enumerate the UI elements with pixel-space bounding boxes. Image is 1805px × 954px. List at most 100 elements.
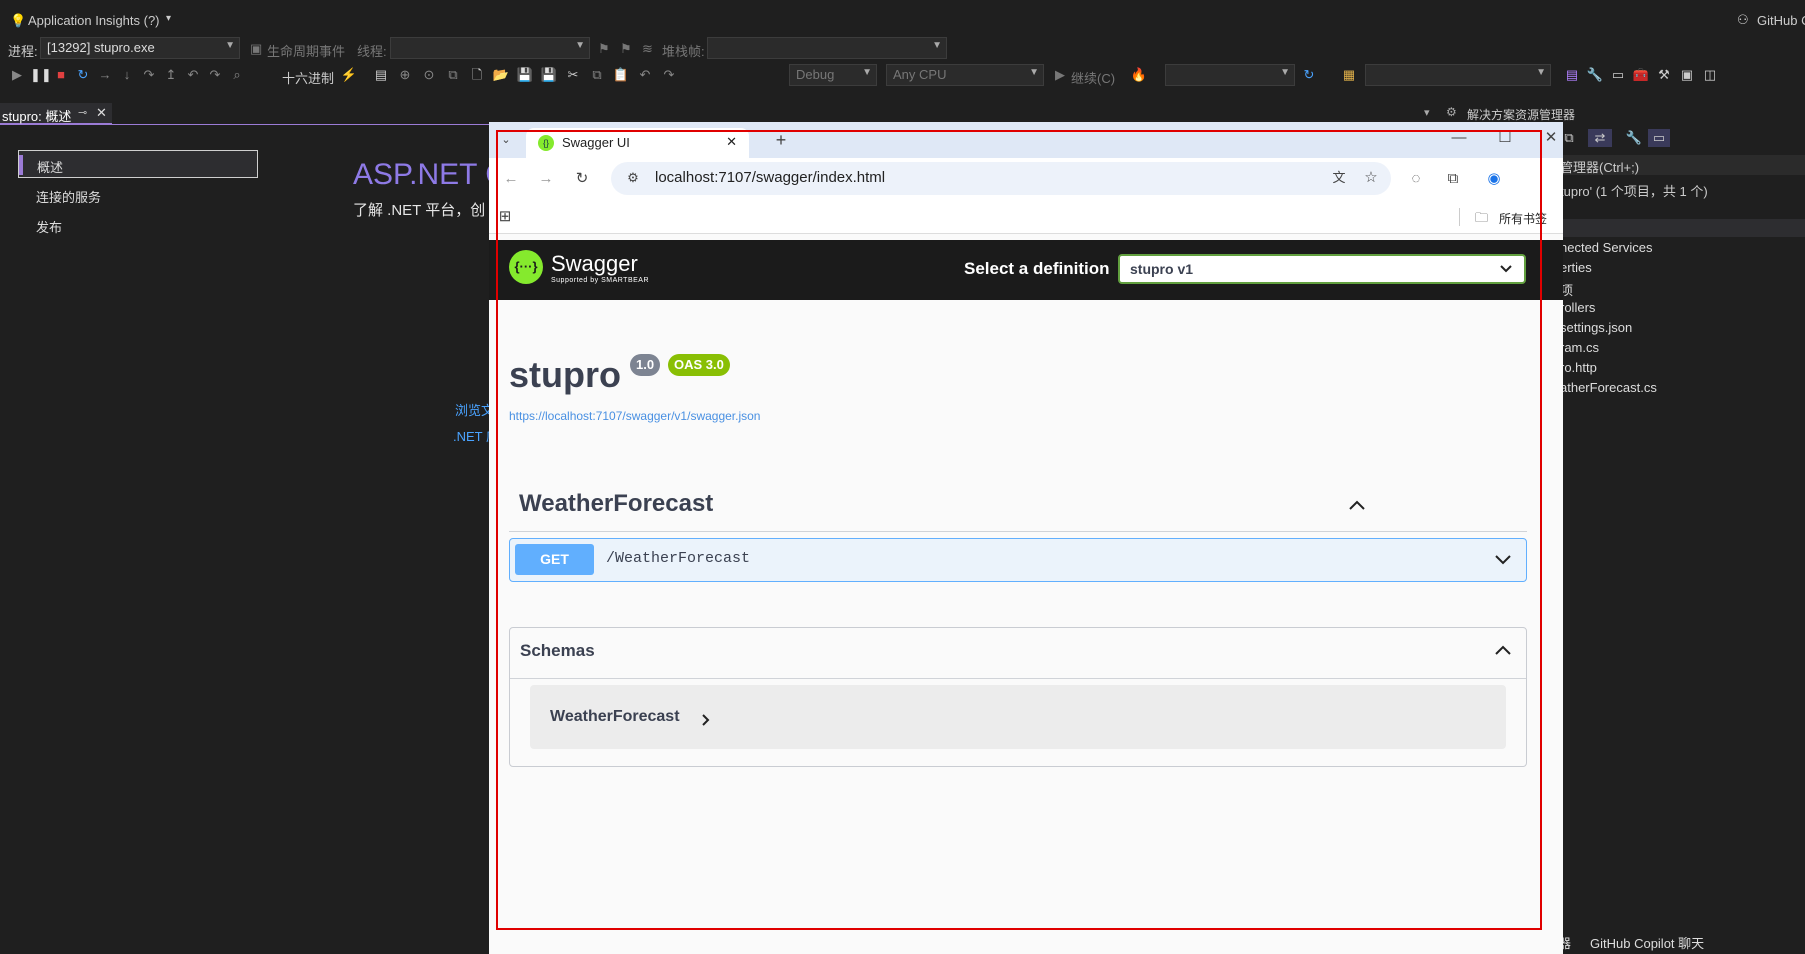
stack-frame-select[interactable]: ▼ (707, 37, 947, 59)
profile-icon[interactable]: ◉ (1482, 167, 1506, 191)
step-over-icon[interactable]: ↷ (140, 66, 158, 84)
swagger-logo-icon[interactable]: {···} (509, 250, 543, 284)
toolbox-icon[interactable]: 🧰 (1632, 66, 1650, 84)
se-solution-node[interactable]: tupro' (1 个项目，共 1 个) (1560, 181, 1708, 200)
undo-edit-icon[interactable]: ↶ (636, 66, 654, 84)
sync-icon[interactable]: ⇄ (1588, 129, 1612, 147)
restart-icon[interactable]: ↻ (74, 66, 92, 84)
pause-icon[interactable]: ❚❚ (30, 66, 52, 84)
nav-overview[interactable]: 概述 (18, 150, 258, 178)
continue-icon[interactable]: ▶ (1055, 67, 1065, 83)
hot-reload-icon[interactable]: ⚡ (340, 66, 358, 84)
se-selected-row[interactable] (1560, 219, 1805, 237)
se-tree-item[interactable]: atherForecast.cs (1560, 380, 1657, 395)
maximize-icon[interactable]: ☐ (1493, 126, 1517, 150)
refresh-icon[interactable]: ↻ (1300, 66, 1318, 84)
address-bar[interactable]: ⚙ localhost:7107/swagger/index.html 文 ☆ (611, 162, 1391, 195)
dropdown-icon[interactable]: ▾ (1424, 106, 1430, 119)
preview-icon[interactable]: ▭ (1648, 129, 1670, 147)
copy-icon[interactable]: ⧉ (444, 66, 462, 84)
tools-icon[interactable]: ⚒ (1655, 66, 1673, 84)
stop-icon[interactable]: ■ (52, 66, 70, 84)
site-info-icon[interactable]: ⚙ (621, 166, 645, 190)
new-file-icon[interactable]: 🗋 (468, 66, 486, 84)
close-icon[interactable]: ✕ (96, 105, 107, 121)
operation-get-weatherforecast[interactable]: GET /WeatherForecast (509, 538, 1527, 582)
new-tab-icon[interactable]: + (769, 128, 793, 152)
save-all-icon[interactable]: 💾 (540, 66, 558, 84)
all-bookmarks-button[interactable]: 所有书签 (1499, 210, 1547, 227)
tag-title[interactable]: WeatherForecast (519, 490, 713, 518)
pin-icon[interactable]: ⊸ (78, 106, 87, 119)
document-tab[interactable]: stupro: 概述 ⊸ ✕ (0, 103, 112, 125)
browser-tab[interactable]: {} Swagger UI ✕ (526, 128, 749, 158)
tab-search-icon[interactable]: ⌄ (494, 128, 518, 152)
paste-icon[interactable]: 📋 (612, 66, 630, 84)
se-tree-item[interactable]: settings.json (1560, 320, 1632, 335)
find-icon[interactable]: ⌕ (228, 66, 246, 84)
lifecycle-events-button[interactable]: 生命周期事件 (267, 41, 345, 60)
output-icon[interactable]: ▭ (1609, 66, 1627, 84)
open-folder-icon[interactable]: 📂 (492, 66, 510, 84)
apps-grid-icon[interactable]: ⊞ (493, 205, 517, 229)
menu-icon[interactable]: ⋮ (1529, 167, 1553, 191)
close-window-icon[interactable]: ✕ (1539, 126, 1563, 150)
profiler-icon[interactable]: 🔥 (1130, 66, 1148, 84)
se-tree-item[interactable]: erties (1560, 260, 1592, 275)
flag-filter-icon[interactable]: ⚑ (620, 41, 632, 57)
window-layout-icon[interactable]: ▣ (1678, 66, 1696, 84)
schemas-title[interactable]: Schemas (520, 641, 595, 661)
startup-select[interactable]: ▼ (1365, 64, 1551, 86)
se-tree-item[interactable]: nected Services (1560, 240, 1653, 255)
close-tab-icon[interactable]: ✕ (726, 134, 737, 150)
split-icon[interactable]: ◫ (1701, 66, 1719, 84)
process-select[interactable]: [13292] stupro.exe ▼ (40, 37, 240, 59)
github-button[interactable]: GitHub C (1757, 13, 1805, 28)
reload-icon[interactable]: ↻ (570, 167, 594, 191)
extensions-icon[interactable]: ⧉ (1441, 167, 1465, 191)
undo-icon[interactable]: ↶ (184, 66, 202, 84)
thread-select[interactable]: ▼ (390, 37, 590, 59)
forward-icon[interactable]: → (534, 167, 558, 191)
step-out-icon[interactable]: ↥ (162, 66, 180, 84)
cut-icon[interactable]: ✂ (564, 66, 582, 84)
chevron-up-icon[interactable] (1495, 645, 1511, 655)
chevron-down-icon[interactable] (1495, 555, 1511, 565)
chevron-up-icon[interactable] (1349, 500, 1365, 510)
back-icon[interactable]: ← (499, 167, 523, 191)
play-icon[interactable]: ▶ (8, 66, 26, 84)
star-icon[interactable]: ☆ (1359, 166, 1383, 190)
app-insights-button[interactable]: Application Insights (?) (28, 13, 160, 28)
target-icon[interactable]: ⊕ (396, 66, 414, 84)
se-tree-item[interactable]: rollers (1560, 300, 1595, 315)
step-into-icon[interactable]: ↓ (118, 66, 136, 84)
se-tree-item[interactable]: ro.http (1560, 360, 1597, 375)
nav-publish[interactable]: 发布 (18, 211, 258, 239)
show-next-icon[interactable]: → (96, 66, 114, 84)
window-icon[interactable]: ▤ (372, 66, 390, 84)
se-tree-item[interactable]: ram.cs (1560, 340, 1599, 355)
platform-select[interactable]: Any CPU ▼ (886, 64, 1044, 86)
hex-toggle[interactable]: 十六进制 (282, 68, 334, 87)
flag-icon[interactable]: ⚑ (598, 41, 610, 57)
redo-icon[interactable]: ↷ (206, 66, 224, 84)
model-weatherforecast[interactable]: WeatherForecast (530, 685, 1506, 749)
copy-clip-icon[interactable]: ⧉ (588, 66, 606, 84)
wrench-icon[interactable]: 🔧 (1586, 66, 1604, 84)
layout-icon[interactable]: ▤ (1563, 66, 1581, 84)
minimize-icon[interactable]: — (1447, 126, 1471, 150)
solution-icon[interactable]: ▦ (1340, 66, 1358, 84)
save-icon[interactable]: 💾 (516, 66, 534, 84)
chevron-down-icon[interactable]: ▾ (166, 13, 171, 24)
settings-icon[interactable]: ⚙ (1446, 105, 1457, 119)
circle-icon[interactable]: ⊙ (420, 66, 438, 84)
translate-icon[interactable]: 文 (1327, 166, 1351, 190)
redo-edit-icon[interactable]: ↷ (660, 66, 678, 84)
target-select[interactable]: ▼ (1165, 64, 1295, 86)
extension-reader-icon[interactable]: ◌ (1404, 167, 1428, 191)
config-select[interactable]: Debug ▼ (789, 64, 877, 86)
properties-wrench-icon[interactable]: 🔧 (1625, 129, 1643, 147)
continue-button[interactable]: 继续(C) (1071, 68, 1115, 87)
spec-url-link[interactable]: https://localhost:7107/swagger/v1/swagge… (509, 409, 760, 423)
nav-connected-services[interactable]: 连接的服务 (18, 181, 258, 209)
